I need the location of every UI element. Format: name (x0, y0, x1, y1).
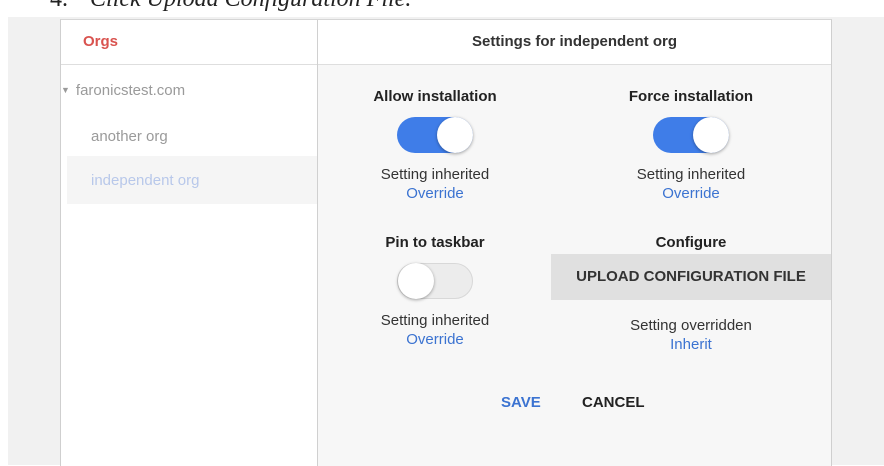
force-installation-setting: Force installation Setting inherited Ove… (591, 88, 791, 202)
configure-setting-title-wrap: Configure (591, 234, 791, 251)
allow-installation-toggle[interactable] (397, 117, 473, 153)
configure-title: Configure (655, 234, 727, 251)
cancel-button[interactable]: CANCEL (582, 394, 645, 411)
allow-installation-status: Setting inherited (380, 166, 490, 183)
allow-installation-title: Allow installation (373, 88, 497, 105)
toggle-knob (437, 117, 473, 153)
toggle-knob (398, 263, 434, 299)
pin-to-taskbar-toggle[interactable] (397, 263, 473, 299)
pin-to-taskbar-status: Setting inherited (380, 312, 490, 329)
step-number: 4. (50, 0, 68, 12)
orgs-header: Orgs (61, 20, 317, 65)
upload-configuration-file-button[interactable]: UPLOAD CONFIGURATION FILE (551, 254, 831, 300)
configure-status: Setting overridden (630, 317, 752, 334)
allow-installation-override-link[interactable]: Override (335, 185, 535, 202)
force-installation-toggle[interactable] (653, 117, 729, 153)
instruction-caption: 4. Click Upload Configuration File. (50, 0, 411, 13)
tree-item-another-org[interactable]: another org (91, 128, 168, 145)
step-text: Click Upload Configuration File. (90, 0, 411, 12)
force-installation-override-link[interactable]: Override (591, 185, 791, 202)
tree-root-org[interactable]: ▼ faronicstest.com (61, 82, 185, 99)
pin-to-taskbar-override-link[interactable]: Override (335, 331, 535, 348)
tree-item-label: another org (91, 128, 168, 145)
allow-installation-setting: Allow installation Setting inherited Ove… (335, 88, 535, 202)
toggle-knob (693, 117, 729, 153)
org-settings-card: Orgs ▼ faronicstest.com another org indep… (60, 19, 832, 466)
tree-item-label: independent org (91, 172, 200, 189)
pin-to-taskbar-title: Pin to taskbar (385, 234, 485, 251)
configure-setting-status-wrap: Setting overridden Inherit (591, 317, 791, 353)
tree-root-label: faronicstest.com (75, 82, 186, 99)
pin-to-taskbar-setting: Pin to taskbar Setting inherited Overrid… (335, 234, 535, 348)
caret-down-icon[interactable]: ▼ (61, 85, 70, 95)
orgs-panel: Orgs ▼ faronicstest.com another org indep… (61, 20, 318, 466)
settings-panel: Settings for independent org Allow insta… (318, 20, 831, 466)
force-installation-status: Setting inherited (636, 166, 746, 183)
settings-header: Settings for independent org (318, 20, 831, 65)
tree-item-independent-org[interactable]: independent org (67, 156, 317, 204)
force-installation-title: Force installation (628, 88, 754, 105)
configure-inherit-link[interactable]: Inherit (591, 336, 791, 353)
save-button[interactable]: SAVE (501, 394, 541, 411)
